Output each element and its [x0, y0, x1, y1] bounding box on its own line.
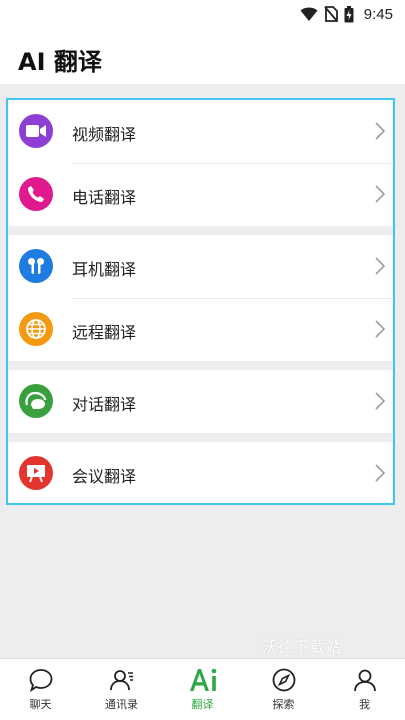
list-group: 对话翻译: [8, 370, 393, 433]
profile-icon: [353, 669, 376, 692]
list-item-meeting-translation[interactable]: 会议翻译: [8, 442, 393, 503]
nav-label: 翻译: [191, 698, 214, 711]
nav-label: 探索: [272, 698, 295, 711]
translation-feature-list: 视频翻译 电话翻译 耳机翻译 远程翻译 对话翻译 会议翻译: [6, 98, 395, 505]
nav-label: 通讯录: [105, 698, 138, 711]
watermark-text: 沃德下载站: [262, 638, 343, 656]
nav-item-chat[interactable]: 聊天: [0, 659, 81, 720]
list-item-label: 耳机翻译: [72, 260, 137, 279]
nav-item-contacts[interactable]: 通讯录: [81, 659, 162, 720]
ai-translate-icon: [189, 668, 216, 691]
nav-label: 聊天: [29, 698, 52, 711]
earbuds-icon: [19, 249, 53, 283]
chevron-right-icon: [375, 392, 385, 410]
list-item-label: 对话翻译: [72, 395, 137, 414]
chat-icon: [29, 669, 52, 693]
nav-item-me[interactable]: 我: [324, 659, 405, 720]
battery-icon: [344, 5, 354, 22]
list-item-video-translation[interactable]: 视频翻译: [8, 100, 393, 163]
status-time: 9:45: [363, 5, 393, 23]
chevron-right-icon: [375, 464, 385, 482]
chevron-right-icon: [375, 257, 385, 275]
status-bar: 9:45: [0, 0, 405, 28]
video-icon: [19, 114, 53, 148]
chevron-right-icon: [375, 122, 385, 140]
list-group: 视频翻译 电话翻译: [8, 100, 393, 226]
contacts-icon: [109, 670, 133, 691]
conversation-icon: [19, 384, 53, 418]
phone-icon: [19, 177, 53, 211]
list-item-phone-translation[interactable]: 电话翻译: [8, 163, 393, 226]
list-item-label: 远程翻译: [72, 323, 137, 342]
list-item-label: 电话翻译: [72, 188, 137, 207]
presentation-icon: [19, 456, 53, 490]
chevron-right-icon: [375, 320, 385, 338]
page-header: AI 翻译: [0, 28, 405, 90]
wifi-icon: [300, 7, 318, 21]
compass-icon: [272, 668, 295, 692]
list-group: 会议翻译: [8, 442, 393, 503]
list-item-label: 会议翻译: [72, 467, 137, 486]
nav-label: 我: [359, 698, 370, 711]
nav-item-translate[interactable]: 翻译: [162, 659, 243, 720]
nav-item-explore[interactable]: 探索: [243, 659, 324, 720]
list-group: 耳机翻译 远程翻译: [8, 235, 393, 361]
page-title: AI 翻译: [18, 48, 102, 76]
list-item-remote-translation[interactable]: 远程翻译: [8, 298, 393, 361]
globe-icon: [19, 312, 53, 346]
list-item-conversation-translation[interactable]: 对话翻译: [8, 370, 393, 433]
bottom-nav: 聊天 通讯录 翻译 探索 我: [0, 658, 405, 720]
chevron-right-icon: [375, 185, 385, 203]
list-item-label: 视频翻译: [72, 125, 137, 144]
no-sim-icon: [324, 6, 338, 22]
list-item-earbuds-translation[interactable]: 耳机翻译: [8, 235, 393, 298]
